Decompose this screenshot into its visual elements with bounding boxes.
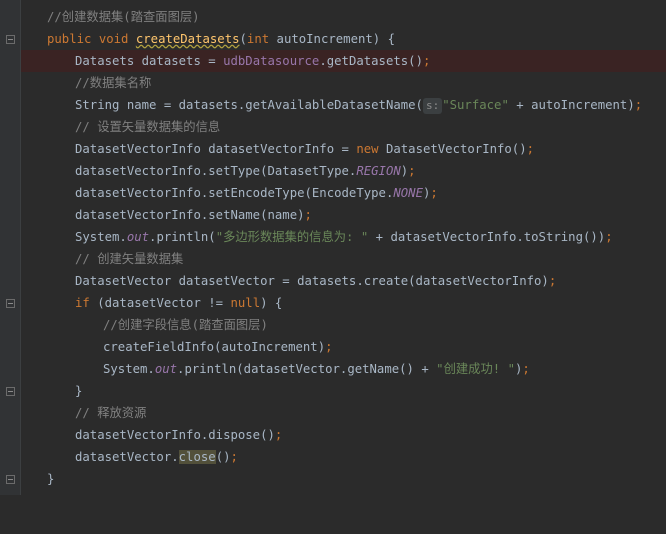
code-line-18[interactable]: } — [21, 380, 666, 402]
highlighted-method[interactable]: close — [178, 450, 216, 464]
code-text: DatasetVector datasetVector = datasets.c… — [75, 274, 549, 288]
code-text: System. — [75, 230, 127, 244]
semicolon: ; — [522, 362, 530, 376]
code-line-4[interactable]: //数据集名称 — [21, 72, 666, 94]
code-line-16[interactable]: createFieldInfo(autoIncrement); — [21, 336, 666, 358]
semicolon: ; — [230, 450, 238, 464]
code-line-1[interactable]: //创建数据集(踏查面图层) — [21, 6, 666, 28]
comment-text: // 设置矢量数据集的信息 — [75, 120, 221, 134]
field-name: udbDatasource — [223, 54, 320, 68]
keyword-new: new — [356, 142, 379, 156]
comment-text: //数据集名称 — [75, 76, 152, 90]
code-text: DatasetVectorInfo datasetVectorInfo = — [75, 142, 357, 156]
semicolon: ; — [408, 164, 416, 178]
keyword-public: public — [47, 32, 92, 46]
code-text: + autoIncrement) — [508, 98, 635, 112]
code-text: ) { — [260, 296, 283, 310]
semicolon: ; — [274, 428, 283, 442]
code-text: .getDatasets() — [319, 54, 423, 68]
comment-text: // 释放资源 — [75, 406, 147, 420]
code-line-20[interactable]: datasetVectorInfo.dispose(); — [21, 424, 666, 446]
code-text: datasetVectorInfo.setEncodeType(EncodeTy… — [75, 186, 394, 200]
code-text: .println( — [149, 230, 216, 244]
code-text: String name = datasets.getAvailableDatas… — [75, 98, 423, 112]
code-text: datasetVectorInfo.setType(DatasetType. — [75, 164, 357, 178]
method-name[interactable]: createDatasets — [136, 32, 240, 46]
closing-brace: } — [75, 384, 83, 398]
code-line-17[interactable]: System.out.println(datasetVector.getName… — [21, 358, 666, 380]
code-line-21[interactable]: datasetVector.close(); — [21, 446, 666, 468]
code-text: Datasets datasets = — [75, 54, 224, 68]
semicolon: ; — [422, 54, 431, 68]
code-line-5[interactable]: String name = datasets.getAvailableDatas… — [21, 94, 666, 116]
code-line-6[interactable]: // 设置矢量数据集的信息 — [21, 116, 666, 138]
code-text: datasetVector. — [75, 450, 179, 464]
comment-text: //创建字段信息(踏查面图层) — [103, 318, 268, 332]
code-editor[interactable]: //创建数据集(踏查面图层) public void createDataset… — [0, 0, 666, 495]
keyword-void: void — [98, 32, 129, 46]
code-text: + datasetVectorInfo.toString()) — [368, 230, 606, 244]
comment-text: // 创建矢量数据集 — [75, 252, 184, 266]
semicolon: ; — [430, 186, 438, 200]
code-line-14[interactable]: if (datasetVector != null) { — [21, 292, 666, 314]
code-text: datasetVectorInfo.dispose() — [75, 428, 275, 442]
keyword-null: null — [230, 296, 261, 310]
editor-gutter[interactable] — [0, 0, 20, 495]
code-line-22[interactable]: } — [21, 468, 666, 490]
fold-if-end-icon[interactable] — [6, 387, 15, 396]
enum-constant: REGION — [356, 164, 401, 178]
code-text: (datasetVector != — [89, 296, 231, 310]
code-line-7[interactable]: DatasetVectorInfo datasetVectorInfo = ne… — [21, 138, 666, 160]
fold-method-icon[interactable] — [6, 35, 15, 44]
semicolon: ; — [304, 208, 312, 222]
code-text: DatasetVectorInfo() — [378, 142, 527, 156]
code-line-19[interactable]: // 释放资源 — [21, 402, 666, 424]
closing-brace: } — [47, 472, 55, 486]
string-literal: "多边形数据集的信息为: " — [215, 230, 369, 244]
enum-constant: NONE — [393, 186, 423, 200]
semicolon: ; — [548, 274, 557, 288]
semicolon: ; — [526, 142, 535, 156]
code-line-12[interactable]: // 创建矢量数据集 — [21, 248, 666, 270]
semicolon: ; — [605, 230, 613, 244]
static-field: out — [126, 230, 150, 244]
code-line-15[interactable]: //创建字段信息(踏查面图层) — [21, 314, 666, 336]
code-line-13[interactable]: DatasetVector datasetVector = datasets.c… — [21, 270, 666, 292]
parameter-hint: s: — [422, 98, 443, 114]
code-text: datasetVectorInfo.setName(name) — [75, 208, 305, 222]
code-line-3-highlighted[interactable]: Datasets datasets = udbDatasource.getDat… — [21, 50, 666, 72]
code-line-11[interactable]: System.out.println("多边形数据集的信息为: " + data… — [21, 226, 666, 248]
code-line-10[interactable]: datasetVectorInfo.setName(name); — [21, 204, 666, 226]
static-field: out — [154, 362, 178, 376]
open-paren: ( — [239, 32, 247, 46]
code-line-2[interactable]: public void createDatasets(int autoIncre… — [21, 28, 666, 50]
code-text: .println(datasetVector.getName() + — [177, 362, 437, 376]
keyword-if: if — [75, 296, 90, 310]
code-text: () — [215, 450, 231, 464]
code-text: createFieldInfo(autoIncrement) — [103, 340, 326, 354]
keyword-int: int — [246, 32, 270, 46]
fold-if-icon[interactable] — [6, 299, 15, 308]
code-text: autoIncrement) { — [269, 32, 395, 46]
string-literal: "创建成功! " — [436, 362, 515, 376]
string-literal: "Surface" — [442, 98, 509, 112]
code-line-8[interactable]: datasetVectorInfo.setType(DatasetType.RE… — [21, 160, 666, 182]
code-text: System. — [103, 362, 155, 376]
semicolon: ; — [325, 340, 333, 354]
fold-method-end-icon[interactable] — [6, 475, 15, 484]
comment-text: //创建数据集(踏查面图层) — [47, 10, 200, 24]
code-line-9[interactable]: datasetVectorInfo.setEncodeType(EncodeTy… — [21, 182, 666, 204]
semicolon: ; — [634, 98, 643, 112]
